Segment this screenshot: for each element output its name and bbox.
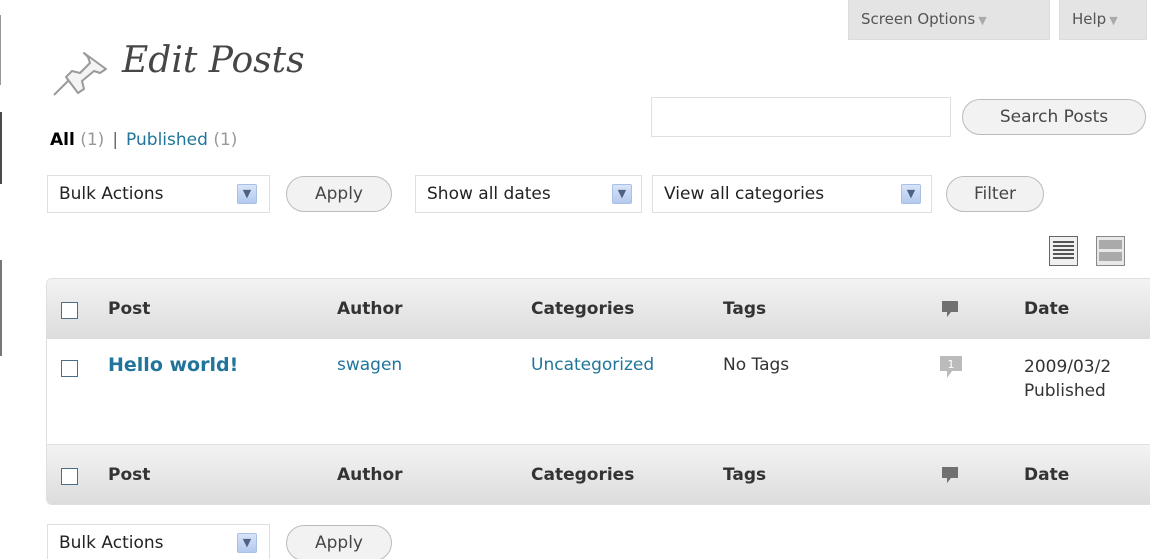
triangle-down-icon: ▼ <box>1109 14 1118 27</box>
column-date: Date <box>1024 299 1070 319</box>
apply-button-top[interactable]: Apply <box>286 176 392 212</box>
filter-all[interactable]: All <box>50 130 75 150</box>
triangle-down-icon: ▼ <box>978 14 987 27</box>
post-status-filter: All (1) | Published (1) <box>50 130 237 150</box>
column-tags: Tags <box>723 465 767 485</box>
date-cell: 2009/03/2 Published <box>1024 355 1111 403</box>
help-label: Help <box>1072 10 1107 28</box>
column-author: Author <box>337 465 403 485</box>
column-author: Author <box>337 299 403 319</box>
column-tags: Tags <box>723 299 767 319</box>
pushpin-icon <box>53 52 107 96</box>
chevron-down-icon[interactable]: ▼ <box>612 184 632 204</box>
author-link[interactable]: swagen <box>337 355 402 375</box>
filter-all-count: (1) <box>80 130 105 150</box>
column-categories: Categories <box>531 465 635 485</box>
screen-options-label: Screen Options <box>861 10 976 28</box>
filter-separator: | <box>112 130 119 150</box>
filter-published-count: (1) <box>213 130 238 150</box>
table-header: Post Author Categories Tags Date <box>47 279 1150 339</box>
category-link[interactable]: Uncategorized <box>531 355 654 375</box>
filter-button[interactable]: Filter <box>946 176 1044 212</box>
row-checkbox[interactable] <box>61 360 78 377</box>
chevron-down-icon[interactable]: ▼ <box>901 184 921 204</box>
screen-options-tab[interactable]: Screen Options ▼ <box>848 0 1050 40</box>
list-view-icon[interactable] <box>1049 236 1078 266</box>
chevron-down-icon[interactable]: ▼ <box>237 533 257 553</box>
comment-bubble-icon <box>942 301 958 317</box>
table-footer: Post Author Categories Tags Date <box>47 445 1150 504</box>
table-row: Hello world! swagen Uncategorized No Tag… <box>47 339 1150 445</box>
post-date: 2009/03/2 <box>1024 357 1112 377</box>
edit-posts-page: Screen Options ▼ Help ▼ Edit Posts Search … <box>0 0 1150 559</box>
tags-value: No Tags <box>723 355 790 375</box>
column-post: Post <box>108 465 151 485</box>
bulk-actions-value: Bulk Actions <box>59 184 164 204</box>
column-categories: Categories <box>531 299 635 319</box>
search-input[interactable] <box>651 97 951 137</box>
column-post: Post <box>108 299 151 319</box>
post-status: Published <box>1024 381 1106 401</box>
categories-select[interactable]: View all categories ▼ <box>652 175 932 213</box>
apply-button-bottom[interactable]: Apply <box>286 525 392 559</box>
chevron-down-icon[interactable]: ▼ <box>237 184 257 204</box>
help-tab[interactable]: Help ▼ <box>1059 0 1147 40</box>
left-edge-line <box>0 15 1 85</box>
comment-count: 1 <box>948 358 955 371</box>
post-title-link[interactable]: Hello world! <box>108 354 238 376</box>
column-date: Date <box>1024 465 1070 485</box>
categories-select-value: View all categories <box>664 184 825 204</box>
posts-table: Post Author Categories Tags Date Hello w… <box>46 278 1150 505</box>
dates-select[interactable]: Show all dates ▼ <box>415 175 642 213</box>
left-edge-line <box>0 112 2 184</box>
filter-published[interactable]: Published <box>126 130 208 150</box>
select-all-checkbox-footer[interactable] <box>61 468 78 485</box>
bulk-actions-select-top[interactable]: Bulk Actions ▼ <box>47 175 270 213</box>
search-posts-button[interactable]: Search Posts <box>962 99 1146 135</box>
left-edge-line <box>0 260 2 356</box>
dates-select-value: Show all dates <box>427 184 551 204</box>
excerpt-view-icon[interactable] <box>1096 236 1125 266</box>
bulk-actions-select-bottom[interactable]: Bulk Actions ▼ <box>47 524 270 559</box>
bulk-actions-value: Bulk Actions <box>59 533 164 553</box>
select-all-checkbox[interactable] <box>61 302 78 319</box>
comment-count-bubble[interactable]: 1 <box>937 353 965 381</box>
comment-bubble-icon <box>942 467 958 483</box>
page-title: Edit Posts <box>122 40 305 81</box>
